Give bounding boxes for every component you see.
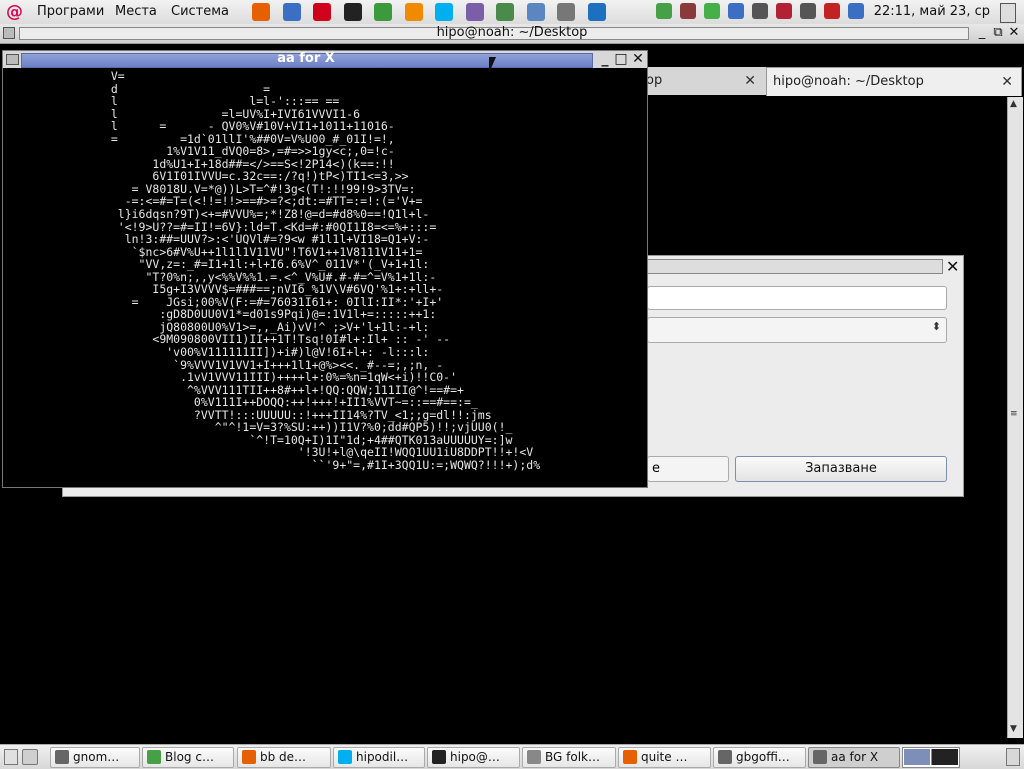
- workspace-2[interactable]: [931, 749, 958, 765]
- document-icon: [527, 750, 541, 764]
- blog-icon: [147, 750, 161, 764]
- taskbar-item[interactable]: hipodil…: [333, 747, 425, 768]
- aa-window-title: aa for X: [277, 51, 335, 66]
- taskbar-item[interactable]: quite …: [618, 747, 711, 768]
- tab-close-icon[interactable]: ✕: [744, 73, 756, 89]
- firefox-icon[interactable]: [252, 3, 270, 21]
- ascii-art-canvas[interactable]: V= d = l l=l-':::== == l =l=UV%I+IVI61VV…: [5, 70, 645, 484]
- terminal-scrollbar[interactable]: ▲ ≡ ▼: [1007, 97, 1023, 738]
- terminal-tab-bar: op ✕ hipo@noah: ~/Desktop ✕: [646, 67, 1022, 96]
- maximize-icon[interactable]: ⧉: [991, 25, 1005, 40]
- taskbar-item[interactable]: aa for X: [808, 747, 900, 768]
- tab-close-icon[interactable]: ✕: [1001, 74, 1013, 90]
- network-icon[interactable]: [374, 3, 392, 21]
- dialog-titlebar[interactable]: [647, 259, 943, 274]
- scroll-grip-icon[interactable]: ≡: [1010, 409, 1018, 419]
- bluetooth-icon[interactable]: [728, 3, 744, 19]
- minimize-icon[interactable]: _: [975, 25, 989, 40]
- workspace-switcher[interactable]: [902, 747, 960, 768]
- volume-icon[interactable]: [800, 3, 816, 19]
- aa-window: aa for X _ □ ✕ V= d = l l=l-':::== == l …: [2, 50, 648, 488]
- cancel-button[interactable]: е: [647, 456, 729, 482]
- network-icon[interactable]: [752, 3, 768, 19]
- taskbar-item-label: hipo@…: [450, 750, 500, 764]
- tab-label: hipo@noah: ~/Desktop: [773, 74, 924, 89]
- cancel-label: е: [652, 461, 660, 476]
- battery-icon[interactable]: [1000, 3, 1016, 23]
- terminal-titlebar[interactable]: hipo@noah: ~/Desktop _ ⧉ ✕: [0, 24, 1024, 44]
- ascii-art: V= d = l l=l-':::== == l =l=UV%I+IVI61VV…: [110, 70, 541, 472]
- save-button[interactable]: Запазване: [735, 456, 947, 482]
- close-icon[interactable]: ✕: [1007, 25, 1021, 40]
- bottom-panel: gnom… Blog c… bb de… hipodil… hipo@… BG folk……: [0, 744, 1024, 769]
- tab-label: op: [646, 73, 663, 88]
- taskbar-item-label: hipodil…: [356, 750, 409, 764]
- menu-system[interactable]: Система: [171, 4, 229, 19]
- briefcase-icon[interactable]: [680, 3, 696, 19]
- terminal-title: hipo@noah: ~/Desktop: [436, 25, 588, 40]
- taskbar-item[interactable]: gnom…: [50, 747, 140, 768]
- tab-desktop-1[interactable]: op ✕: [646, 67, 764, 95]
- filename-input[interactable]: [647, 286, 947, 310]
- trash-icon[interactable]: [22, 749, 38, 765]
- aa-titlebar[interactable]: aa for X _ □ ✕: [3, 51, 647, 68]
- mouse-cursor-icon: [489, 57, 503, 73]
- leaf-icon[interactable]: [704, 3, 720, 19]
- window-menu-icon[interactable]: [6, 54, 19, 65]
- menu-applications[interactable]: Програми: [37, 4, 104, 19]
- top-panel: @ Програми Места Система 22:11, май 23, …: [0, 0, 1024, 25]
- pidgin-icon[interactable]: [465, 3, 484, 21]
- maximize-icon[interactable]: □: [613, 51, 629, 67]
- taskbar-item-label: gbgoffi…: [736, 750, 790, 764]
- close-icon[interactable]: ✕: [630, 51, 646, 67]
- chat-icon[interactable]: [656, 3, 672, 19]
- screenshot-icon: [55, 750, 69, 764]
- dialog-close-icon[interactable]: ✕: [946, 257, 959, 276]
- skype-icon: [338, 750, 352, 764]
- teamviewer-icon[interactable]: [587, 3, 606, 21]
- taskbar-item[interactable]: hipo@…: [427, 747, 520, 768]
- opera-icon[interactable]: [313, 3, 331, 21]
- taskbar-item-label: aa for X: [831, 750, 879, 764]
- globe-icon[interactable]: [282, 3, 301, 21]
- vlc-icon[interactable]: [404, 3, 423, 21]
- scroll-down-icon[interactable]: ▼: [1010, 724, 1017, 734]
- terminal-icon: [432, 750, 446, 764]
- workspace-1[interactable]: [904, 749, 930, 765]
- taskbar-item[interactable]: Blog c…: [142, 747, 234, 768]
- disk-icon[interactable]: [526, 3, 545, 21]
- chevron-updown-icon: ⬍: [931, 320, 941, 333]
- firefox-icon: [242, 750, 256, 764]
- clock[interactable]: 22:11, май 23, ср: [874, 4, 990, 19]
- trash-applet-icon[interactable]: [1006, 748, 1020, 766]
- taskbar-item-label: BG folk…: [545, 750, 600, 764]
- minimize-icon[interactable]: _: [597, 51, 613, 67]
- taskbar-item-label: bb de…: [260, 750, 307, 764]
- taskbar-item[interactable]: bb de…: [237, 747, 331, 768]
- show-desktop-icon[interactable]: [4, 749, 18, 765]
- taskbar-item-label: quite …: [641, 750, 688, 764]
- flag-icon[interactable]: [776, 3, 792, 19]
- firefox-icon: [623, 750, 637, 764]
- window-icon: [718, 750, 732, 764]
- window-icon: [813, 750, 827, 764]
- menu-places[interactable]: Места: [115, 4, 157, 19]
- taskbar-item-label: gnom…: [73, 750, 120, 764]
- box-icon[interactable]: [496, 3, 514, 21]
- taskbar-item-label: Blog c…: [165, 750, 214, 764]
- debian-logo-icon[interactable]: @: [6, 2, 23, 22]
- trash-icon[interactable]: [557, 3, 575, 21]
- tab-desktop-2[interactable]: hipo@noah: ~/Desktop ✕: [766, 67, 1022, 96]
- terminal-icon[interactable]: [343, 3, 362, 21]
- scroll-up-icon[interactable]: ▲: [1010, 99, 1017, 109]
- folder-select[interactable]: ⬍: [647, 317, 947, 343]
- skype-icon[interactable]: [435, 3, 453, 21]
- notification-icon[interactable]: [824, 3, 840, 19]
- battery-icon[interactable]: [848, 3, 864, 19]
- taskbar-item[interactable]: gbgoffi…: [713, 747, 806, 768]
- taskbar-item[interactable]: BG folk…: [522, 747, 616, 768]
